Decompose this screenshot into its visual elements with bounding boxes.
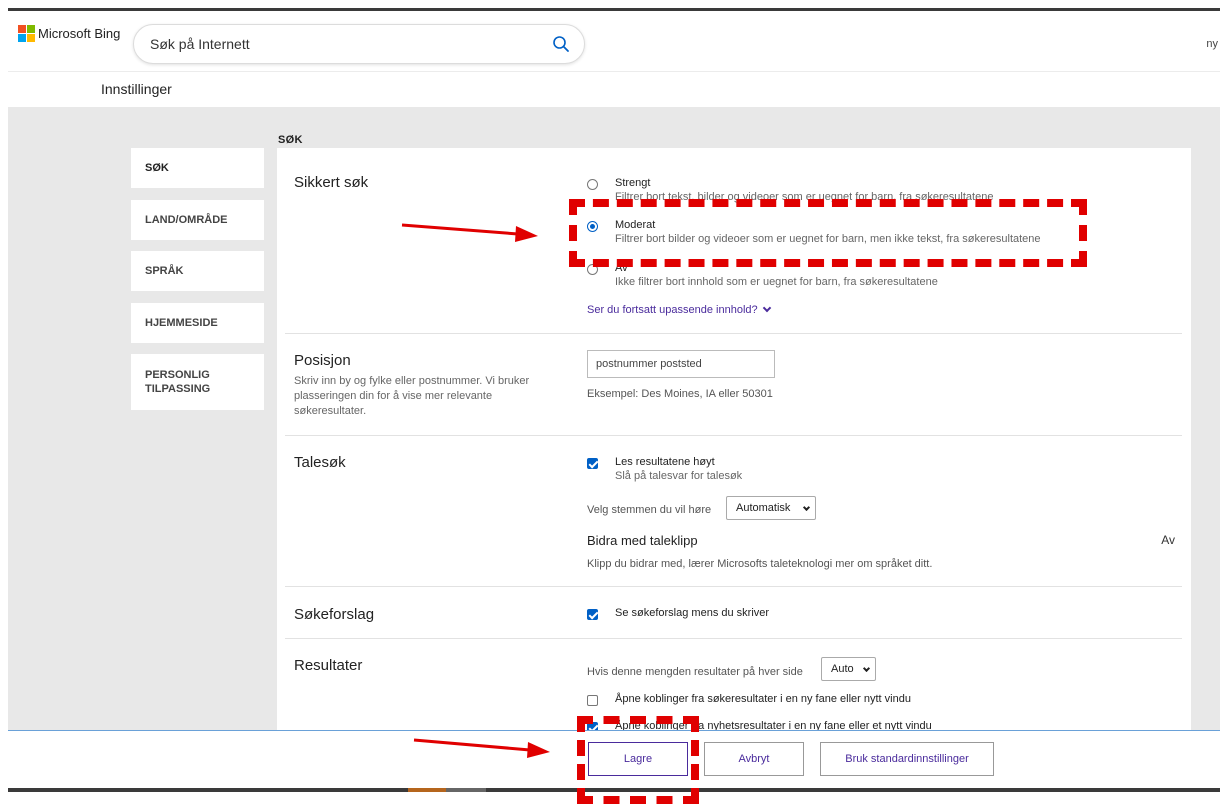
read-aloud-checkbox[interactable] [587,458,598,469]
sidebar-item-personalization[interactable]: PERSONLIG TILPASSING [131,354,264,410]
annotation-arrow-icon [413,738,550,758]
results-count-value: Auto [831,663,854,675]
position-desc: Skriv inn by og fylke eller postnummer. … [294,375,530,417]
taskbar-segment [446,788,486,792]
reset-defaults-button[interactable]: Bruk standardinnstillinger [820,742,994,776]
header-divider [8,71,1220,72]
option-label: Åpne koblinger fra søkeresultater i en n… [615,693,911,705]
brand-name: Microsoft Bing [38,25,121,41]
sidebar-item-homepage[interactable]: HJEMMESIDE [131,303,264,343]
sidebar-item-label: SØK [145,162,169,174]
voice-select-value: Automatisk [736,502,791,514]
chevron-down-icon [762,303,771,313]
microsoft-logo-icon [18,25,35,42]
search-input[interactable] [150,34,530,54]
link-text: Ser du fortsatt upassende innhold? [587,304,758,316]
voice-search-title: Talesøk [294,454,346,471]
cancel-button[interactable]: Avbryt [704,742,804,776]
option-label: Strengt [615,177,651,189]
results-count-select[interactable]: Auto [821,657,876,681]
voice-select-label: Velg stemmen du vil høre [587,504,712,516]
safe-search-title: Sikkert søk [294,174,369,191]
suggestions-title: Søkeforslag [294,606,375,623]
page-title: Innstillinger [101,81,172,97]
annotation-highlight-moderate [569,199,1087,267]
search-icon[interactable] [552,35,570,53]
chevron-down-icon [862,664,871,673]
option-label: Les resultatene høyt [615,456,715,468]
open-search-links-checkbox[interactable] [587,695,598,706]
row-divider [285,333,1182,334]
sidebar-item-label: HJEMMESIDE [145,317,218,329]
annotation-arrow-icon [401,223,538,242]
location-example: Eksempel: Des Moines, IA eller 50301 [587,388,773,400]
contribute-clips-desc: Klipp du bidrar med, lærer Microsofts ta… [587,558,933,570]
row-divider [285,638,1182,639]
sidebar-item-label: PERSONLIG TILPASSING [145,369,211,395]
option-desc: Slå på talesvar for talesøk [615,470,743,482]
taskbar-segment [408,788,446,792]
voice-select[interactable]: Automatisk [726,496,816,520]
sidebar-item-language[interactable]: SPRÅK [131,251,264,291]
chevron-down-icon [802,503,811,512]
header-right-text[interactable]: ny [1206,38,1218,50]
results-count-label: Hvis denne mengden resultater på hver si… [587,666,803,678]
strict-radio[interactable] [587,179,598,190]
row-divider [285,435,1182,436]
results-title: Resultater [294,657,363,674]
sidebar-item-label: SPRÅK [145,265,184,277]
section-label: SØK [278,134,303,146]
contribute-clips-toggle[interactable]: Av [1161,533,1175,547]
annotation-highlight-save [577,716,699,804]
contribute-clips-title: Bidra med taleklipp [587,533,698,548]
sidebar-item-search[interactable]: SØK [131,148,264,188]
option-label: Se søkeforslag mens du skriver [615,607,770,619]
bing-logo[interactable]: Microsoft Bing [18,25,121,42]
option-desc: Ikke filtrer bort innhold som er uegnet … [615,276,938,288]
search-box[interactable] [133,24,585,64]
row-divider [285,586,1182,587]
suggestions-checkbox[interactable] [587,609,598,620]
inappropriate-content-link[interactable]: Ser du fortsatt upassende innhold? [587,303,771,316]
sidebar-item-label: LAND/OMRÅDE [145,214,228,226]
sidebar-item-country[interactable]: LAND/OMRÅDE [131,200,264,240]
position-title: Posisjon [294,352,351,369]
location-input[interactable] [587,350,775,378]
